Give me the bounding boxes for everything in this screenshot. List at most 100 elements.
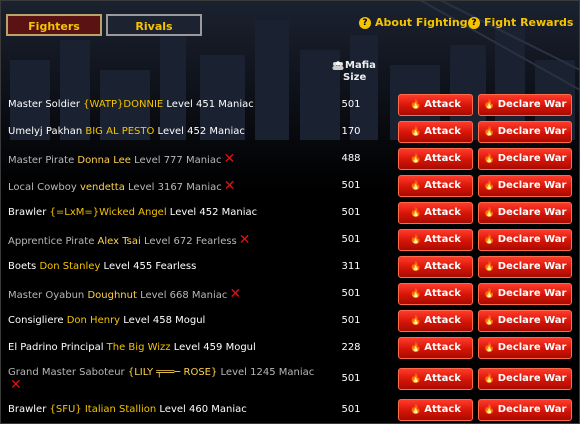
flame-icon: 🔥 — [410, 374, 422, 384]
mafia-size-value: 488 — [341, 153, 361, 164]
mafia-header-line1: Mafia — [345, 60, 376, 71]
attack-label: Attack — [424, 99, 461, 110]
about-fighting-label: About Fighting — [375, 16, 468, 29]
declare-war-button[interactable]: 🔥 Declare War — [478, 256, 572, 278]
flame-icon: 🔥 — [483, 289, 495, 299]
flame-icon: 🔥 — [410, 127, 422, 137]
declare-war-button[interactable]: 🔥 Declare War — [478, 94, 572, 116]
attack-button[interactable]: 🔥 Attack — [398, 368, 473, 390]
declare-war-button[interactable]: 🔥 Declare War — [478, 337, 572, 359]
player-name-link[interactable]: Doughnut — [87, 290, 136, 301]
flame-icon: 🔥 — [410, 181, 422, 191]
fighter-name: Master Pirate Donna Lee Level 777 Maniac… — [8, 146, 235, 172]
fighter-name: Umelyj Pakhan BIG AL PESTO Level 452 Man… — [8, 119, 245, 145]
fighter-level: Level 672 Fearless — [140, 236, 237, 247]
fighter-row: Umelyj Pakhan BIG AL PESTO Level 452 Man… — [0, 119, 580, 145]
declare-war-button[interactable]: 🔥 Declare War — [478, 229, 572, 251]
remove-icon[interactable]: ✕ — [223, 151, 235, 167]
flame-icon: 🔥 — [483, 405, 495, 415]
attack-button[interactable]: 🔥 Attack — [398, 399, 473, 421]
attack-label: Attack — [424, 404, 461, 415]
player-name-link[interactable]: BIG AL PESTO — [85, 126, 154, 137]
fighter-title: Master Soldier — [8, 99, 84, 110]
declare-war-button[interactable]: 🔥 Declare War — [478, 202, 572, 224]
attack-label: Attack — [424, 261, 461, 272]
mafia-size-header: Mafia Size — [332, 60, 376, 84]
declare-war-button[interactable]: 🔥 Declare War — [478, 175, 572, 197]
attack-button[interactable]: 🔥 Attack — [398, 148, 473, 170]
fighter-level: Level 451 Maniac — [163, 99, 254, 110]
declare-war-label: Declare War — [497, 207, 567, 218]
fighter-name: Apprentice Pirate Alex Tsai Level 672 Fe… — [8, 227, 251, 253]
question-icon: ? — [359, 16, 371, 29]
fighter-row: Local Cowboy vendetta Level 3167 Maniac ✕… — [0, 173, 580, 199]
fighter-title: Master Pirate — [8, 155, 78, 166]
player-name-link[interactable]: Don Henry — [67, 315, 120, 326]
player-name-link[interactable]: Alex Tsai — [98, 236, 141, 247]
mafia-size-value: 170 — [341, 126, 361, 137]
declare-war-label: Declare War — [497, 99, 567, 110]
flame-icon: 🔥 — [483, 235, 495, 245]
fight-rewards-link[interactable]: ? Fight Rewards — [468, 16, 573, 29]
declare-war-button[interactable]: 🔥 Declare War — [478, 399, 572, 421]
attack-label: Attack — [424, 288, 461, 299]
player-name-link[interactable]: {WATP}DONNIE — [83, 99, 163, 110]
fighter-title: Brawler — [8, 404, 50, 415]
player-name-link[interactable]: vendetta — [80, 182, 125, 193]
player-name-link[interactable]: The Big Wizz — [107, 342, 171, 353]
fighter-level: Level 458 Mogul — [120, 315, 206, 326]
declare-war-button[interactable]: 🔥 Declare War — [478, 148, 572, 170]
tab-rivals[interactable]: Rivals — [106, 14, 202, 36]
attack-button[interactable]: 🔥 Attack — [398, 256, 473, 278]
remove-icon[interactable]: ✕ — [229, 286, 241, 302]
fighter-level: Level 777 Maniac — [130, 155, 222, 166]
fighter-row: Grand Master Saboteur {LILY ╤══─ ROSE} L… — [0, 366, 580, 392]
player-name-link[interactable]: Don Stanley — [39, 261, 100, 272]
fighter-row: Boets Don Stanley Level 455 Fearless 311 🔥… — [0, 254, 580, 280]
player-name-link[interactable]: {=LxM=}Wicked Angel — [50, 207, 167, 218]
mafia-size-value: 501 — [341, 99, 361, 110]
attack-label: Attack — [424, 180, 461, 191]
mafia-size-value: 501 — [341, 207, 361, 218]
attack-label: Attack — [424, 234, 461, 245]
declare-war-label: Declare War — [497, 373, 567, 384]
declare-war-label: Declare War — [497, 342, 567, 353]
fighter-level: Level 452 Maniac — [154, 126, 245, 137]
remove-icon[interactable]: ✕ — [239, 232, 251, 248]
declare-war-label: Declare War — [497, 180, 567, 191]
fighter-name: Brawler {=LxM=}Wicked Angel Level 452 Ma… — [8, 200, 257, 226]
player-name-link[interactable]: {LILY ╤══─ ROSE} — [128, 367, 218, 378]
attack-button[interactable]: 🔥 Attack — [398, 202, 473, 224]
tab-fighters[interactable]: Fighters — [6, 14, 102, 36]
player-name-link[interactable]: Donna Lee — [77, 155, 131, 166]
attack-button[interactable]: 🔥 Attack — [398, 283, 473, 305]
fighter-title: Brawler — [8, 207, 50, 218]
declare-war-label: Declare War — [497, 288, 567, 299]
attack-button[interactable]: 🔥 Attack — [398, 310, 473, 332]
flame-icon: 🔥 — [410, 343, 422, 353]
attack-button[interactable]: 🔥 Attack — [398, 337, 473, 359]
fighter-title: Local Cowboy — [8, 182, 80, 193]
declare-war-label: Declare War — [497, 261, 567, 272]
attack-label: Attack — [424, 342, 461, 353]
attack-button[interactable]: 🔥 Attack — [398, 94, 473, 116]
about-fighting-link[interactable]: ? About Fighting — [359, 16, 468, 29]
player-name-link[interactable]: {SFU} Italian Stallion — [50, 404, 157, 415]
remove-icon[interactable]: ✕ — [10, 377, 22, 393]
declare-war-button[interactable]: 🔥 Declare War — [478, 368, 572, 390]
flame-icon: 🔥 — [483, 374, 495, 384]
declare-war-button[interactable]: 🔥 Declare War — [478, 121, 572, 143]
remove-icon[interactable]: ✕ — [224, 178, 236, 194]
declare-war-button[interactable]: 🔥 Declare War — [478, 310, 572, 332]
fighter-level: Level 452 Maniac — [166, 207, 258, 218]
mafia-size-value: 501 — [341, 404, 361, 415]
attack-button[interactable]: 🔥 Attack — [398, 121, 473, 143]
declare-war-button[interactable]: 🔥 Declare War — [478, 283, 572, 305]
attack-button[interactable]: 🔥 Attack — [398, 229, 473, 251]
declare-war-label: Declare War — [497, 315, 567, 326]
flame-icon: 🔥 — [410, 208, 422, 218]
flame-icon: 🔥 — [483, 100, 495, 110]
attack-button[interactable]: 🔥 Attack — [398, 175, 473, 197]
fighter-row: Master Oyabun Doughnut Level 668 Maniac ✕… — [0, 281, 580, 307]
attack-label: Attack — [424, 373, 461, 384]
